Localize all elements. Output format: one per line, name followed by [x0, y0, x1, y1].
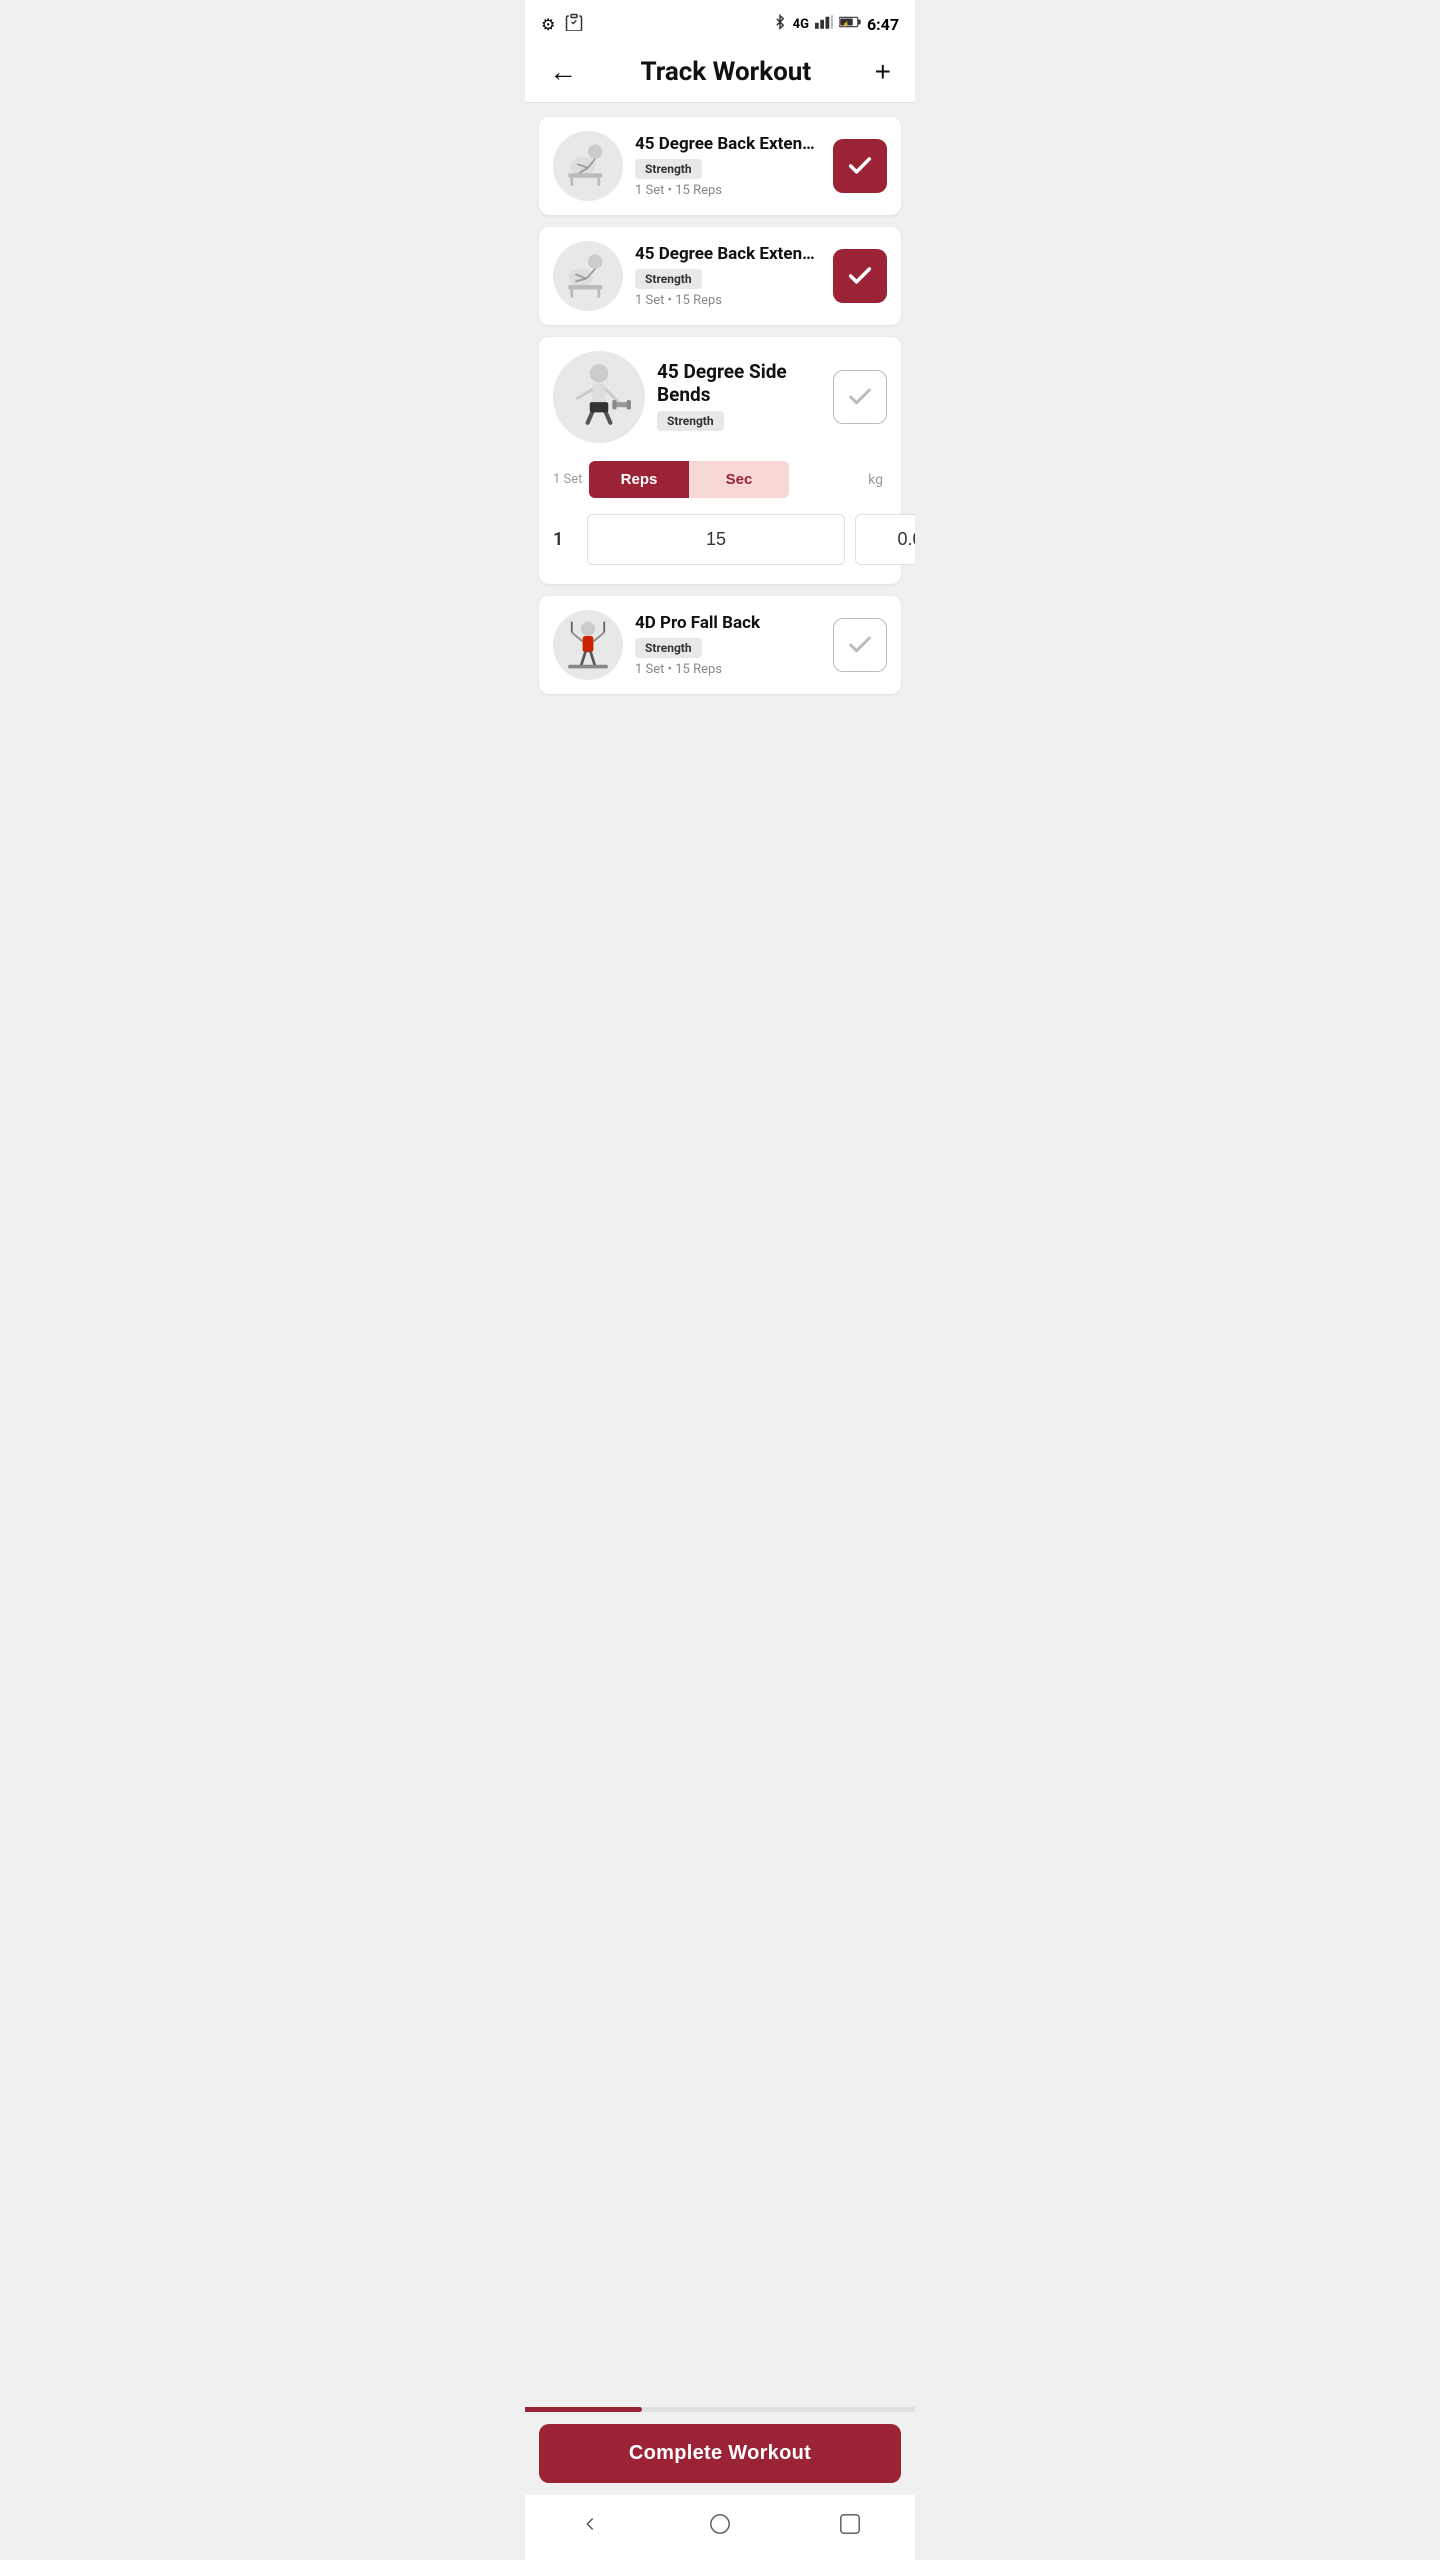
- exercise-badge-4: Strength: [635, 638, 702, 658]
- set-data-row: 1 +: [553, 512, 887, 566]
- exercise-card-3: 45 Degree Side Bends Strength 1 Set Reps…: [539, 337, 901, 584]
- exercise-name-1: 45 Degree Back Extension Ro...: [635, 134, 821, 154]
- exercise-list: 45 Degree Back Extension Ro... Strength …: [525, 103, 915, 2407]
- check-button-3[interactable]: [833, 370, 887, 424]
- header: ← Track Workout +: [525, 44, 915, 103]
- exercise-badge-1: Strength: [635, 159, 702, 179]
- page-title: Track Workout: [641, 57, 812, 87]
- reps-input[interactable]: [587, 514, 845, 565]
- kg-column-label: kg: [868, 472, 887, 488]
- sec-tab-button[interactable]: Sec: [689, 461, 789, 498]
- status-bar: ⚙ 4G: [525, 0, 915, 44]
- recents-nav-button[interactable]: [819, 2509, 881, 2542]
- exercise-card-2: 45 Degree Back Extensions Strength 1 Set…: [539, 227, 901, 325]
- status-bar-left: ⚙: [541, 13, 583, 35]
- bluetooth-icon: [773, 13, 787, 35]
- tabs-row: 1 Set Reps Sec kg: [553, 461, 887, 498]
- svg-text:⚡: ⚡: [843, 21, 850, 28]
- set-column-label: 1 Set: [553, 472, 589, 487]
- exercise-avatar-2: [553, 241, 623, 311]
- exercise-card-1: 45 Degree Back Extension Ro... Strength …: [539, 117, 901, 215]
- exercise-meta-2: 1 Set • 15 Reps: [635, 293, 821, 308]
- exercise-avatar-1: [553, 131, 623, 201]
- weight-input[interactable]: [855, 514, 915, 565]
- nav-bar: [525, 2495, 915, 2560]
- set-number: 1: [553, 529, 577, 550]
- back-button[interactable]: ←: [545, 56, 581, 88]
- exercise-meta-4: 1 Set • 15 Reps: [635, 662, 821, 677]
- exercise-name-2: 45 Degree Back Extensions: [635, 244, 821, 264]
- exercise-name-3: 45 Degree Side Bends: [657, 360, 821, 406]
- clipboard-icon: [565, 13, 583, 35]
- reps-tab-button[interactable]: Reps: [589, 461, 689, 498]
- exercise-meta-1: 1 Set • 15 Reps: [635, 183, 821, 198]
- complete-workout-button[interactable]: Complete Workout: [539, 2424, 901, 2483]
- exercise-info-2: 45 Degree Back Extensions Strength 1 Set…: [635, 244, 821, 308]
- reps-sec-tab-group: Reps Sec: [589, 461, 789, 498]
- exercise-info-4: 4D Pro Fall Back Strength 1 Set • 15 Rep…: [635, 613, 821, 677]
- check-button-2[interactable]: [833, 249, 887, 303]
- back-nav-button[interactable]: [559, 2509, 621, 2542]
- home-nav-button[interactable]: [689, 2509, 751, 2542]
- signal-bars-icon: [815, 15, 833, 33]
- settings-icon: ⚙: [541, 15, 555, 34]
- complete-button-wrap: Complete Workout: [525, 2412, 915, 2495]
- exercise-card-4: 4D Pro Fall Back Strength 1 Set • 15 Rep…: [539, 596, 901, 694]
- check-button-1[interactable]: [833, 139, 887, 193]
- exercise-name-4: 4D Pro Fall Back: [635, 613, 821, 633]
- exercise-info-3: 45 Degree Side Bends Strength: [657, 360, 821, 435]
- signal-4g-label: 4G: [793, 17, 809, 32]
- exercise-info-1: 45 Degree Back Extension Ro... Strength …: [635, 134, 821, 198]
- exercise-badge-2: Strength: [635, 269, 702, 289]
- exercise-badge-3: Strength: [657, 411, 724, 431]
- add-button[interactable]: +: [871, 56, 895, 88]
- exercise-avatar-3: [553, 351, 645, 443]
- check-button-4[interactable]: [833, 618, 887, 672]
- battery-icon: ⚡: [839, 15, 861, 33]
- exercise-avatar-4: [553, 610, 623, 680]
- time-display: 6:47: [867, 15, 899, 34]
- status-bar-right: 4G ⚡ 6:47: [773, 13, 899, 35]
